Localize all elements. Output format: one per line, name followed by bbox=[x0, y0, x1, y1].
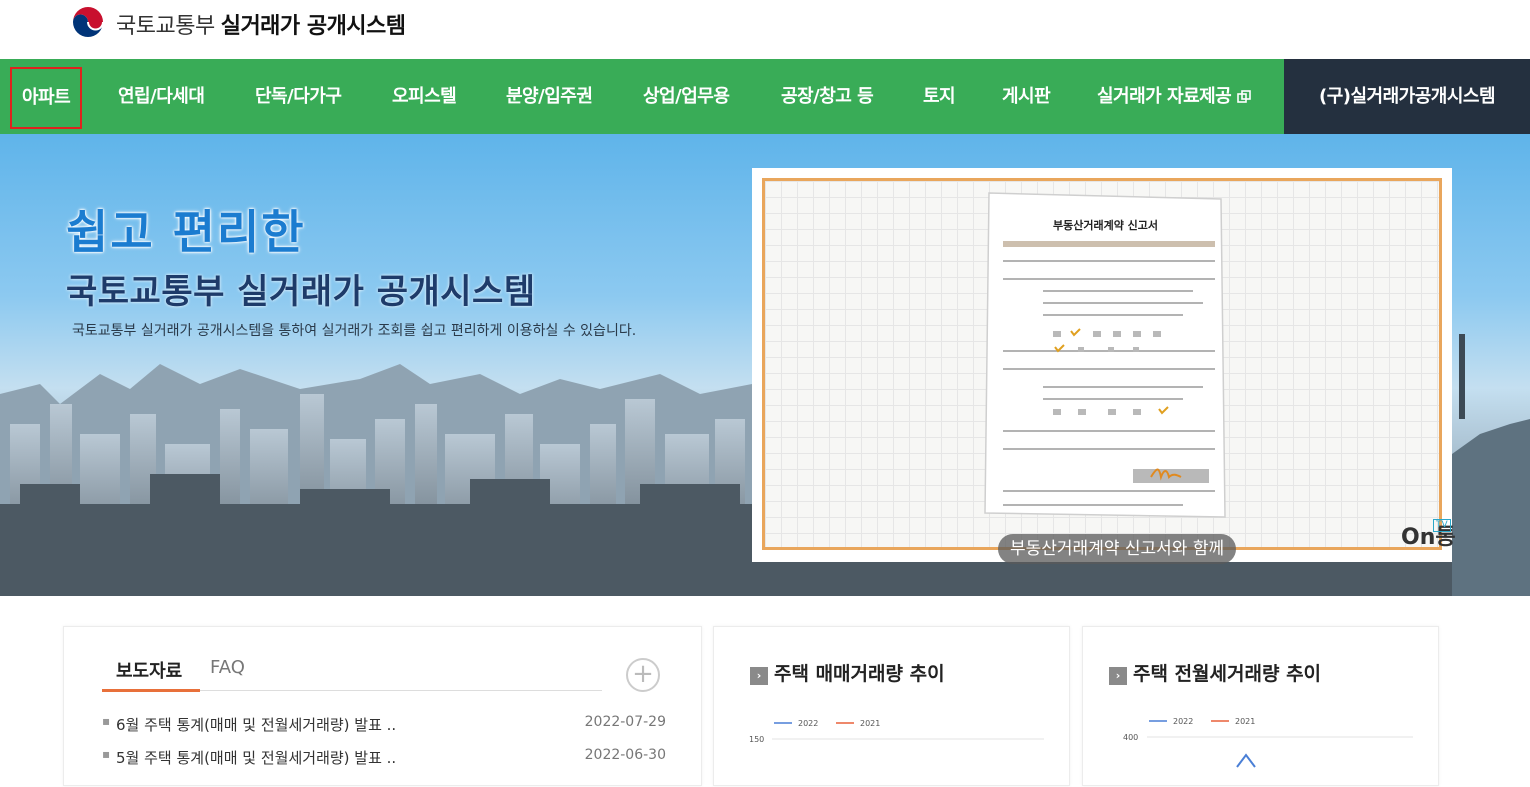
nav-item-land[interactable]: 토지 bbox=[923, 59, 956, 134]
doc-title: 부동산거래계약 신고서 bbox=[1053, 219, 1159, 232]
site-header: 국토교통부 실거래가 공개시스템 bbox=[0, 0, 1530, 59]
nav-item-apartment[interactable]: 아파트 bbox=[10, 67, 83, 129]
nav-item-commercial[interactable]: 상업/업무용 bbox=[643, 59, 730, 134]
sales-chart-title[interactable]: › 주택 매매거래량 추이 bbox=[750, 659, 945, 686]
legend-2021-label: 2021 bbox=[860, 719, 880, 728]
news-panel: 보도자료 FAQ + ▪ 6월 주택 통계(매매 및 전월세거래량) 발표 ..… bbox=[63, 626, 702, 786]
rent-chart-title-text: 주택 전월세거래량 추이 bbox=[1133, 663, 1322, 685]
news-item[interactable]: ▪ 6월 주택 통계(매매 및 전월세거래량) 발표 .. 2022-07-29 bbox=[102, 714, 666, 734]
nav-item-board[interactable]: 게시판 bbox=[1002, 59, 1051, 134]
nav-item-rowhouse[interactable]: 연립/다세대 bbox=[118, 59, 205, 134]
org-name: 국토교통부 bbox=[116, 14, 215, 39]
news-item[interactable]: ▪ 5월 주택 통계(매매 및 전월세거래량) 발표 .. 2022-06-30 bbox=[102, 747, 666, 767]
video-caption: 부동산거래계약 신고서와 함께 bbox=[998, 534, 1237, 564]
hero-headline-1: 쉽고 편리한 bbox=[66, 205, 306, 259]
site-title[interactable]: 국토교통부 실거래가 공개시스템 bbox=[116, 8, 406, 40]
y-tick-label: 400 bbox=[1123, 733, 1138, 742]
sales-volume-chart-panel: › 주택 매매거래량 추이 2022 2021 150 bbox=[713, 626, 1070, 786]
hero-headline-2: 국토교통부 실거래가 공개시스템 bbox=[66, 272, 536, 312]
news-title[interactable]: 5월 주택 통계(매매 및 전월세거래량) 발표 .. bbox=[116, 747, 396, 768]
government-logo-icon[interactable] bbox=[70, 4, 106, 40]
tv-badge: TV bbox=[1433, 519, 1451, 532]
y-tick-label: 150 bbox=[749, 735, 764, 744]
legend-2021-label: 2021 bbox=[1235, 717, 1255, 726]
news-date: 2022-07-29 bbox=[584, 714, 666, 730]
system-name: 실거래가 공개시스템 bbox=[220, 14, 406, 39]
sales-line-chart: 2022 2021 150 bbox=[749, 719, 1044, 744]
tab-active-indicator bbox=[102, 689, 200, 692]
rent-line-chart: 2022 2021 400 bbox=[1123, 717, 1413, 768]
news-title[interactable]: 6월 주택 통계(매매 및 전월세거래량) 발표 .. bbox=[116, 714, 396, 735]
tab-press-release[interactable]: 보도자료 bbox=[116, 657, 182, 683]
rent-volume-chart-panel: › 주택 전월세거래량 추이 2022 2021 400 bbox=[1082, 626, 1439, 786]
video-frame: 부동산거래계약 신고서 부동산거래계약 신고서와 함께 On통 TV bbox=[762, 178, 1456, 564]
plus-icon: + bbox=[632, 659, 654, 689]
nav-item-data-provision[interactable]: 실거래가 자료제공 bbox=[1097, 59, 1252, 134]
hero-banner: 쉽고 편리한 국토교통부 실거래가 공개시스템 국토교통부 실거래가 공개시스템… bbox=[0, 134, 1530, 596]
legend-2022-label: 2022 bbox=[798, 719, 818, 728]
legend-2022-label: 2022 bbox=[1173, 717, 1193, 726]
nav-item-data-provision-label: 실거래가 자료제공 bbox=[1097, 86, 1232, 107]
series-2022-line bbox=[1236, 753, 1256, 768]
bullet-icon: ▪ bbox=[102, 747, 111, 761]
nav-item-officetel[interactable]: 오피스텔 bbox=[392, 59, 457, 134]
external-link-icon bbox=[1237, 90, 1252, 103]
nav-item-factory[interactable]: 공장/창고 등 bbox=[781, 59, 874, 134]
bullet-icon: ▪ bbox=[102, 714, 111, 728]
arrow-right-icon: › bbox=[750, 667, 768, 685]
tab-faq[interactable]: FAQ bbox=[210, 657, 245, 678]
nav-item-presale[interactable]: 분양/입주권 bbox=[506, 59, 593, 134]
old-system-link[interactable]: (구)실거래가공개시스템 bbox=[1284, 59, 1530, 134]
rent-chart-title[interactable]: › 주택 전월세거래량 추이 bbox=[1109, 659, 1321, 686]
news-date: 2022-06-30 bbox=[584, 747, 666, 763]
nav-item-detached-house[interactable]: 단독/다가구 bbox=[255, 59, 342, 134]
contract-document-illustration bbox=[984, 192, 1226, 518]
arrow-right-icon: › bbox=[1109, 667, 1127, 685]
sales-chart-title-text: 주택 매매거래량 추이 bbox=[774, 663, 945, 685]
more-news-button[interactable]: + bbox=[626, 658, 660, 692]
promo-video[interactable]: 부동산거래계약 신고서 부동산거래계약 신고서와 함께 On통 TV bbox=[752, 168, 1456, 564]
hero-description: 국토교통부 실거래가 공개시스템을 통하여 실거래가 조회를 쉽고 편리하게 이… bbox=[72, 323, 637, 339]
